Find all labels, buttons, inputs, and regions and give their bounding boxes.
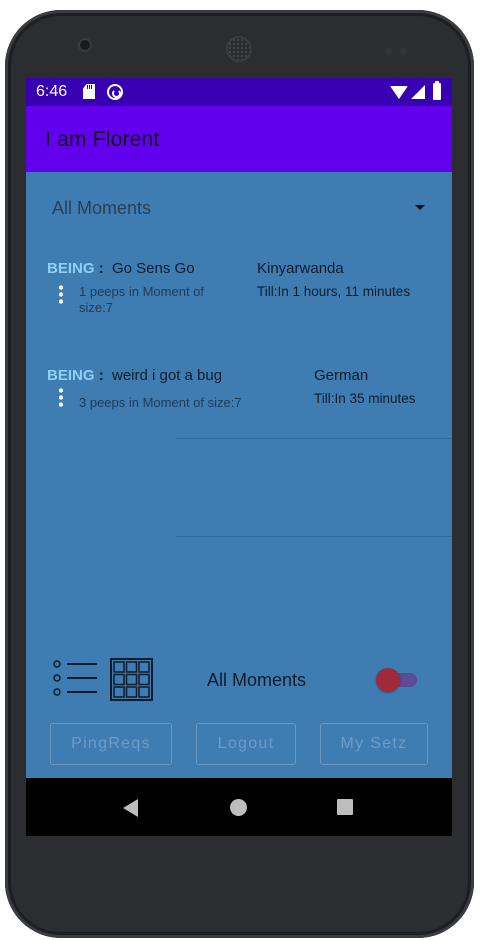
battery-icon xyxy=(433,81,441,100)
sd-card-icon xyxy=(83,84,95,99)
wifi-icon xyxy=(390,86,408,99)
more-options-icon[interactable] xyxy=(59,387,63,407)
page-title: I am Florent xyxy=(45,128,160,151)
dropdown-arrow-icon xyxy=(415,205,425,210)
list-divider xyxy=(176,536,452,537)
moment-peeps: 3 peeps in Moment of size:7 xyxy=(79,395,242,410)
list-view-icon[interactable] xyxy=(53,660,97,696)
navigation-bar xyxy=(26,778,452,836)
status-bar: 6:46 xyxy=(26,78,452,106)
app-bar: I am Florent xyxy=(26,106,452,172)
my-setz-button[interactable]: My Setz xyxy=(320,723,428,765)
moment-tag: BEING : xyxy=(47,367,104,384)
view-toggle-bar: All Moments xyxy=(26,652,452,708)
moment-peeps: 1 peeps in Moment of size:7 xyxy=(79,284,205,315)
more-options-icon[interactable] xyxy=(59,284,63,304)
home-icon[interactable] xyxy=(230,799,247,816)
moment-language: German xyxy=(314,367,369,384)
ping-reqs-button[interactable]: PingReqs xyxy=(50,723,172,765)
sync-icon xyxy=(107,84,123,100)
status-time: 6:46 xyxy=(36,83,68,100)
current-filter-label: All Moments xyxy=(207,670,307,690)
moments-filter-dropdown[interactable]: All Moments xyxy=(26,190,452,226)
logout-button[interactable]: Logout xyxy=(196,723,296,765)
recents-icon[interactable] xyxy=(337,799,353,815)
moment-list-item[interactable]: BEING : Go Sens Go 1 peeps in Moment of … xyxy=(26,260,452,350)
app-screen: 6:46 I am Florent All Moments BEING : Go… xyxy=(26,78,452,836)
moment-title: weird i got a bug xyxy=(112,367,223,384)
toggle-switch-thumb[interactable] xyxy=(376,668,400,692)
front-camera xyxy=(80,40,90,50)
moment-tag: BEING : xyxy=(47,260,104,277)
dropdown-selected-value: All Moments xyxy=(52,198,152,218)
proximity-sensor xyxy=(385,42,415,55)
moment-title: Go Sens Go xyxy=(112,260,195,277)
moment-till: Till:In 35 minutes xyxy=(314,391,416,406)
grid-view-icon[interactable] xyxy=(110,658,153,701)
moment-till: Till:In 1 hours, 11 minutes xyxy=(257,284,411,299)
signal-icon xyxy=(411,85,425,99)
earpiece-speaker xyxy=(228,38,250,60)
moment-language: Kinyarwanda xyxy=(257,260,344,277)
back-icon[interactable] xyxy=(123,799,138,817)
moment-list-item[interactable]: BEING : weird i got a bug 3 peeps in Mom… xyxy=(26,367,452,457)
